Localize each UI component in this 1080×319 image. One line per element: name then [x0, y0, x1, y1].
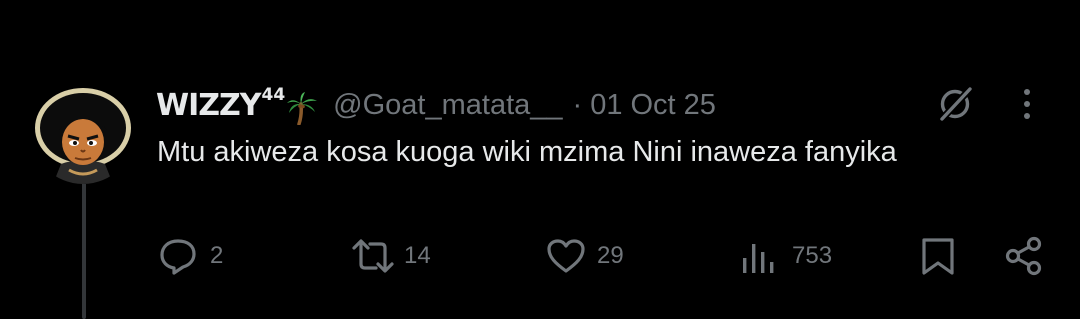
bookmark-icon — [918, 236, 958, 276]
separator-dot: · — [572, 88, 583, 121]
like-count: 29 — [597, 242, 624, 269]
tweet-header: WIZZY 44 @Goat_matata__ · 01 Oct 25 — [156, 84, 716, 126]
display-name-suffix[interactable]: 44 — [261, 85, 285, 105]
action-bar: 2 14 29 753 — [0, 232, 1080, 280]
bookmark-button[interactable] — [918, 232, 958, 280]
avatar[interactable] — [31, 80, 135, 184]
view-count: 753 — [792, 242, 833, 269]
user-handle[interactable]: @Goat_matata__ — [333, 89, 562, 122]
reply-icon — [158, 236, 198, 276]
palm-tree-icon — [285, 91, 319, 126]
tweet-date[interactable]: 01 Oct 25 — [590, 89, 716, 122]
tweet-text: Mtu akiweza kosa kuoga wiki mzima Nini i… — [157, 136, 897, 168]
repost-count: 14 — [404, 242, 431, 269]
reply-button[interactable]: 2 — [158, 232, 223, 280]
views-button[interactable]: 753 — [740, 232, 832, 280]
reply-count: 2 — [210, 242, 224, 269]
more-vertical-icon[interactable] — [1012, 86, 1042, 122]
display-name[interactable]: WIZZY — [156, 88, 261, 123]
grok-icon[interactable] — [935, 84, 975, 124]
views-icon — [740, 236, 776, 276]
like-button[interactable]: 29 — [545, 232, 624, 280]
like-icon — [545, 236, 587, 276]
repost-button[interactable]: 14 — [350, 232, 431, 280]
tweet[interactable]: WIZZY 44 @Goat_matata__ · 01 Oct 25 Mtu … — [0, 0, 1080, 319]
repost-icon — [350, 236, 396, 276]
share-button[interactable] — [1004, 232, 1044, 280]
share-icon — [1004, 236, 1044, 276]
